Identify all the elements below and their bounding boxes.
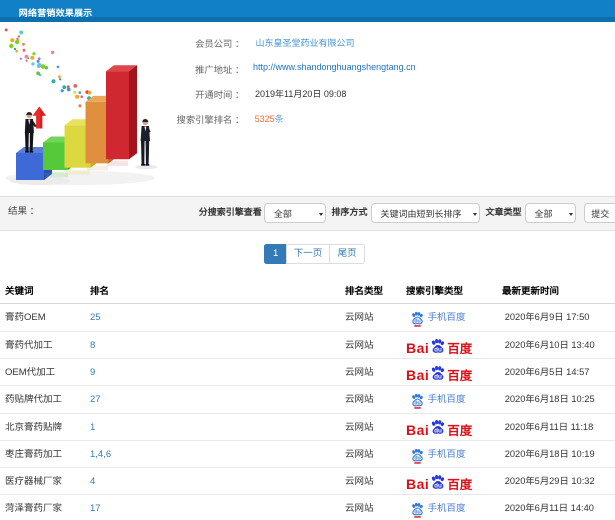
svg-text:du: du bbox=[414, 510, 420, 516]
svg-text:du: du bbox=[414, 455, 420, 461]
svg-text:du: du bbox=[414, 401, 420, 407]
svg-text:du: du bbox=[434, 482, 442, 489]
svg-text:du: du bbox=[434, 346, 442, 353]
svg-text:du: du bbox=[434, 427, 442, 434]
svg-text:du: du bbox=[414, 318, 420, 324]
svg-text:du: du bbox=[434, 373, 442, 380]
